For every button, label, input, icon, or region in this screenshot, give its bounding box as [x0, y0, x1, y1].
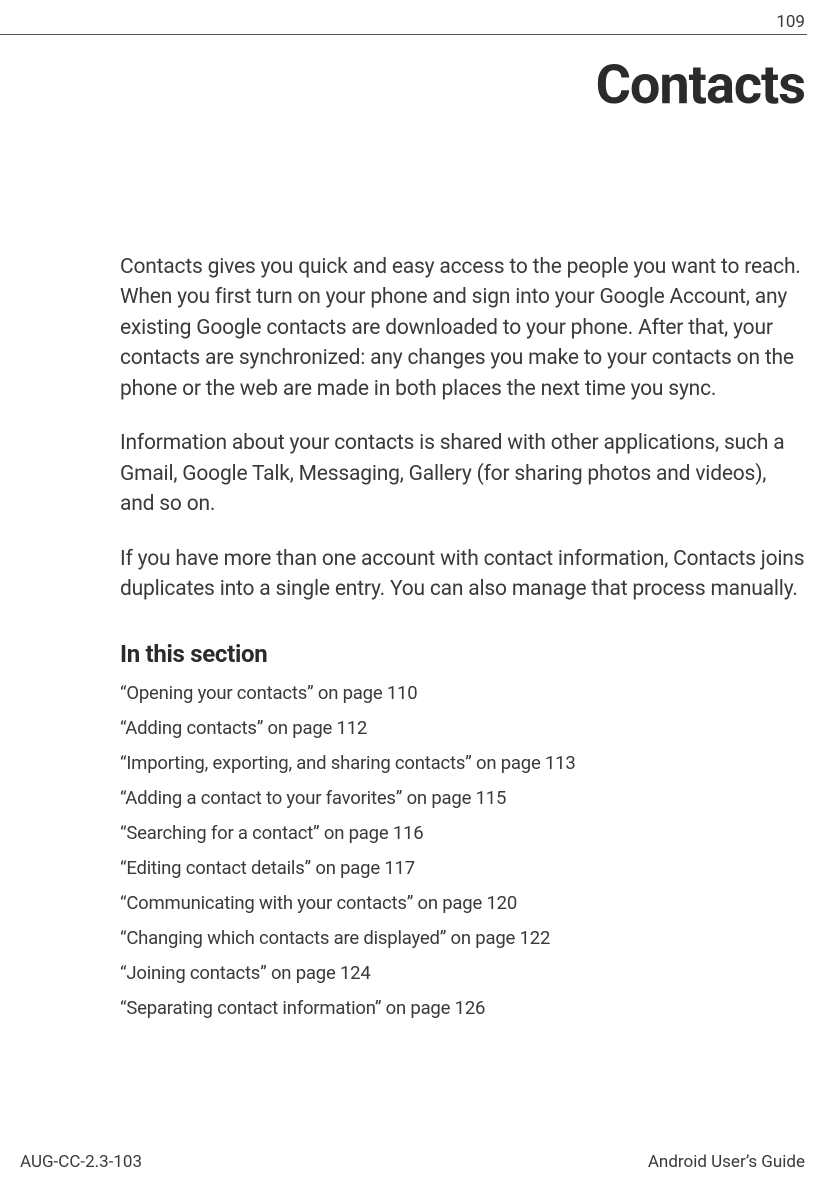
toc-entry[interactable]: “Opening your contacts” on page 110 [120, 682, 805, 704]
intro-block: Contacts gives you quick and easy access… [120, 252, 805, 604]
intro-paragraph: Information about your contacts is share… [120, 428, 805, 519]
header-rule [0, 34, 807, 35]
page-content: Contacts Contacts gives you quick and ea… [120, 54, 805, 1032]
page-number: 109 [776, 12, 805, 32]
toc-entry[interactable]: “Importing, exporting, and sharing conta… [120, 752, 805, 774]
page-footer: AUG-CC-2.3-103 Android User’s Guide [20, 1152, 805, 1172]
toc-list: “Opening your contacts” on page 110 “Add… [120, 682, 805, 1019]
toc-entry[interactable]: “Searching for a contact” on page 116 [120, 822, 805, 844]
intro-paragraph: Contacts gives you quick and easy access… [120, 252, 805, 404]
toc-entry[interactable]: “Adding a contact to your favorites” on … [120, 787, 805, 809]
toc-entry[interactable]: “Communicating with your contacts” on pa… [120, 892, 805, 914]
footer-doc-id: AUG-CC-2.3-103 [20, 1152, 142, 1172]
toc-entry[interactable]: “Changing which contacts are displayed” … [120, 927, 805, 949]
toc-entry[interactable]: “Editing contact details” on page 117 [120, 857, 805, 879]
section-heading: In this section [120, 640, 805, 668]
chapter-title: Contacts [120, 54, 805, 117]
footer-doc-title: Android User’s Guide [648, 1152, 805, 1172]
toc-entry[interactable]: “Adding contacts” on page 112 [120, 717, 805, 739]
toc-entry[interactable]: “Separating contact information” on page… [120, 997, 805, 1019]
toc-entry[interactable]: “Joining contacts” on page 124 [120, 962, 805, 984]
document-page: 109 Contacts Contacts gives you quick an… [0, 0, 827, 1196]
intro-paragraph: If you have more than one account with c… [120, 544, 805, 605]
